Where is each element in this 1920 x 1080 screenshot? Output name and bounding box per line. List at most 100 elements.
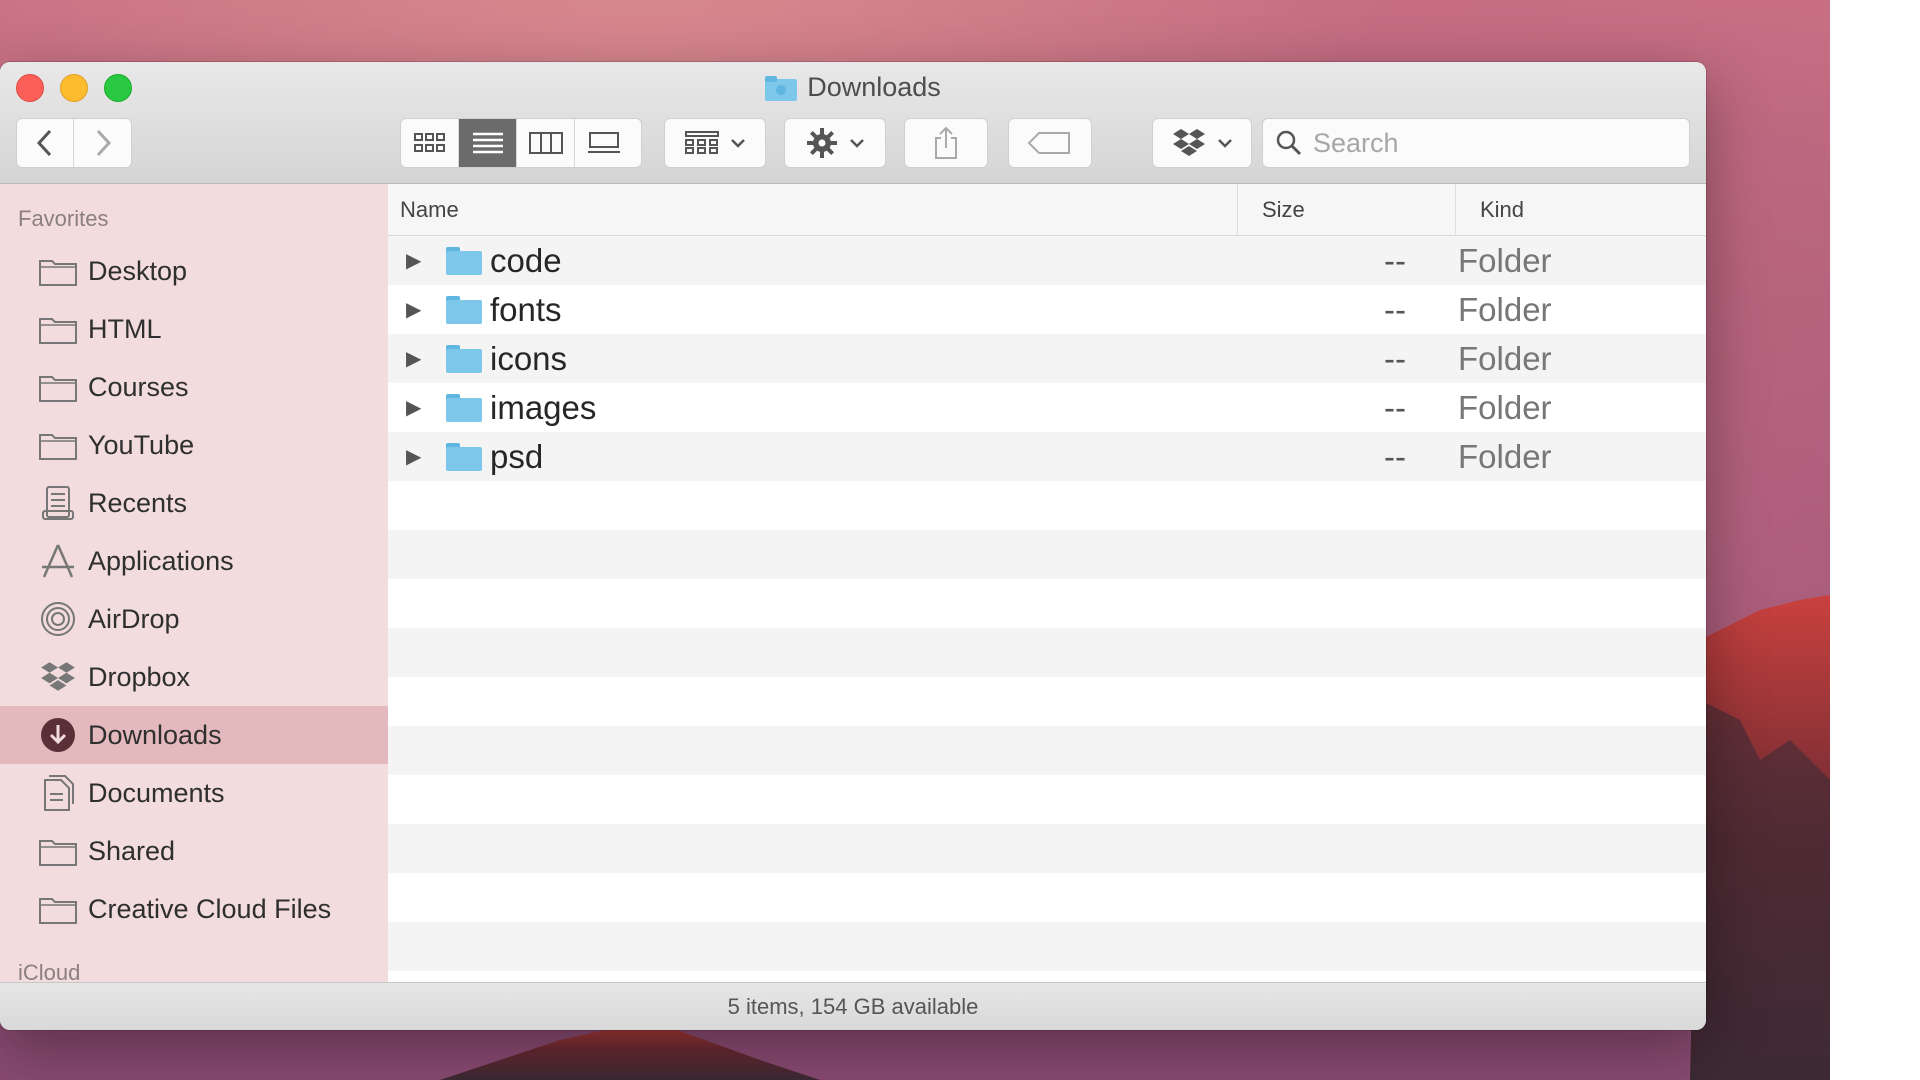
folder-icon [36, 309, 80, 349]
file-name: psd [490, 437, 544, 475]
file-size: -- [1384, 290, 1406, 328]
finder-window: Downloads Search Favorites Desktop HTML … [0, 62, 1706, 1030]
sidebar-item-youtube[interactable]: YouTube [0, 416, 388, 474]
file-kind: Folder [1458, 437, 1552, 475]
sidebar-item-creative-cloud-files[interactable]: Creative Cloud Files [0, 880, 388, 938]
recents-icon [36, 483, 80, 523]
column-header-kind[interactable]: Kind [1456, 184, 1706, 235]
file-kind: Folder [1458, 290, 1552, 328]
column-header-size[interactable]: Size [1238, 184, 1456, 235]
empty-row [388, 579, 1706, 628]
file-name: icons [490, 339, 568, 377]
chevron-down-icon [1218, 139, 1232, 148]
empty-row [388, 481, 1706, 530]
column-header-row: Name Size Kind [388, 184, 1706, 236]
gallery-view-button[interactable] [575, 119, 633, 167]
chevron-down-icon [850, 139, 864, 148]
table-row[interactable]: ▶ fonts -- Folder [388, 285, 1706, 334]
disclosure-triangle-icon[interactable]: ▶ [406, 248, 428, 273]
file-name: fonts [490, 290, 562, 328]
documents-icon [36, 773, 80, 813]
table-row[interactable]: ▶ psd -- Folder [388, 432, 1706, 481]
dropbox-button[interactable] [1152, 118, 1252, 168]
file-size: -- [1384, 437, 1406, 475]
sidebar: Favorites Desktop HTML Courses YouTube R… [0, 184, 388, 982]
sidebar-item-desktop[interactable]: Desktop [0, 242, 388, 300]
titlebar: Downloads [0, 62, 1706, 184]
file-list: Name Size Kind ▶ code -- Folder ▶ fonts … [388, 184, 1706, 982]
disclosure-triangle-icon[interactable]: ▶ [406, 444, 428, 469]
sidebar-section-icloud: iCloud [18, 960, 81, 982]
window-title-text: Downloads [807, 72, 941, 102]
downloads-folder-icon [765, 75, 798, 101]
sidebar-item-label: YouTube [88, 429, 195, 460]
file-name: code [490, 241, 562, 279]
disclosure-triangle-icon[interactable]: ▶ [406, 297, 428, 322]
airdrop-icon [36, 599, 80, 639]
sidebar-item-courses[interactable]: Courses [0, 358, 388, 416]
folder-icon [446, 295, 482, 324]
sidebar-item-dropbox[interactable]: Dropbox [0, 648, 388, 706]
file-kind: Folder [1458, 339, 1552, 377]
applications-icon [36, 541, 80, 581]
chevron-down-icon [731, 139, 745, 148]
sidebar-item-label: HTML [88, 313, 162, 344]
disclosure-triangle-icon[interactable]: ▶ [406, 395, 428, 420]
tag-icon [1027, 132, 1070, 154]
empty-row [388, 677, 1706, 726]
icon-view-button[interactable] [401, 119, 459, 167]
search-input[interactable] [1313, 127, 1673, 159]
folder-icon [36, 889, 80, 929]
search-icon [1276, 130, 1302, 156]
sidebar-item-recents[interactable]: Recents [0, 474, 388, 532]
disclosure-triangle-icon[interactable]: ▶ [406, 346, 428, 371]
sidebar-item-documents[interactable]: Documents [0, 764, 388, 822]
table-row[interactable]: ▶ code -- Folder [388, 236, 1706, 285]
sidebar-item-label: AirDrop [88, 603, 180, 634]
view-mode-selector [400, 118, 642, 168]
tag-button[interactable] [1008, 118, 1092, 168]
chevron-left-icon [36, 129, 52, 157]
empty-row [388, 824, 1706, 873]
sidebar-item-airdrop[interactable]: AirDrop [0, 590, 388, 648]
sidebar-item-label: Shared [88, 835, 176, 866]
sidebar-item-downloads[interactable]: Downloads [0, 706, 388, 764]
share-icon [935, 126, 957, 159]
dropbox-icon [36, 657, 80, 697]
chevron-right-icon [96, 129, 111, 157]
folder-icon [36, 251, 80, 291]
column-view-button[interactable] [517, 119, 575, 167]
downloads-icon [36, 715, 80, 755]
status-bar: 5 items, 154 GB available [0, 982, 1706, 1030]
list-view-icon [472, 132, 503, 154]
file-size: -- [1384, 241, 1406, 279]
nav-buttons [16, 118, 132, 168]
table-row[interactable]: ▶ icons -- Folder [388, 334, 1706, 383]
search-field[interactable] [1262, 118, 1690, 168]
folder-icon [36, 831, 80, 871]
group-by-button[interactable] [664, 118, 766, 168]
sidebar-item-shared[interactable]: Shared [0, 822, 388, 880]
sidebar-item-html[interactable]: HTML [0, 300, 388, 358]
empty-row [388, 873, 1706, 922]
empty-row [388, 726, 1706, 775]
folder-icon [446, 246, 482, 275]
file-size: -- [1384, 388, 1406, 426]
column-view-icon [528, 132, 563, 154]
action-menu-button[interactable] [784, 118, 886, 168]
empty-row [388, 628, 1706, 677]
column-header-name[interactable]: Name [388, 184, 1238, 235]
sidebar-item-applications[interactable]: Applications [0, 532, 388, 590]
forward-button[interactable] [74, 119, 131, 167]
sidebar-item-label: Applications [88, 545, 234, 576]
back-button[interactable] [17, 119, 75, 167]
share-button[interactable] [904, 118, 988, 168]
icon-view-icon [413, 133, 445, 152]
gear-icon [807, 128, 837, 158]
sidebar-item-label: Recents [88, 487, 188, 518]
file-rows: ▶ code -- Folder ▶ fonts -- Folder ▶ ico… [388, 236, 1706, 971]
folder-icon [446, 344, 482, 373]
folder-icon [36, 425, 80, 465]
list-view-button[interactable] [459, 119, 517, 167]
table-row[interactable]: ▶ images -- Folder [388, 383, 1706, 432]
